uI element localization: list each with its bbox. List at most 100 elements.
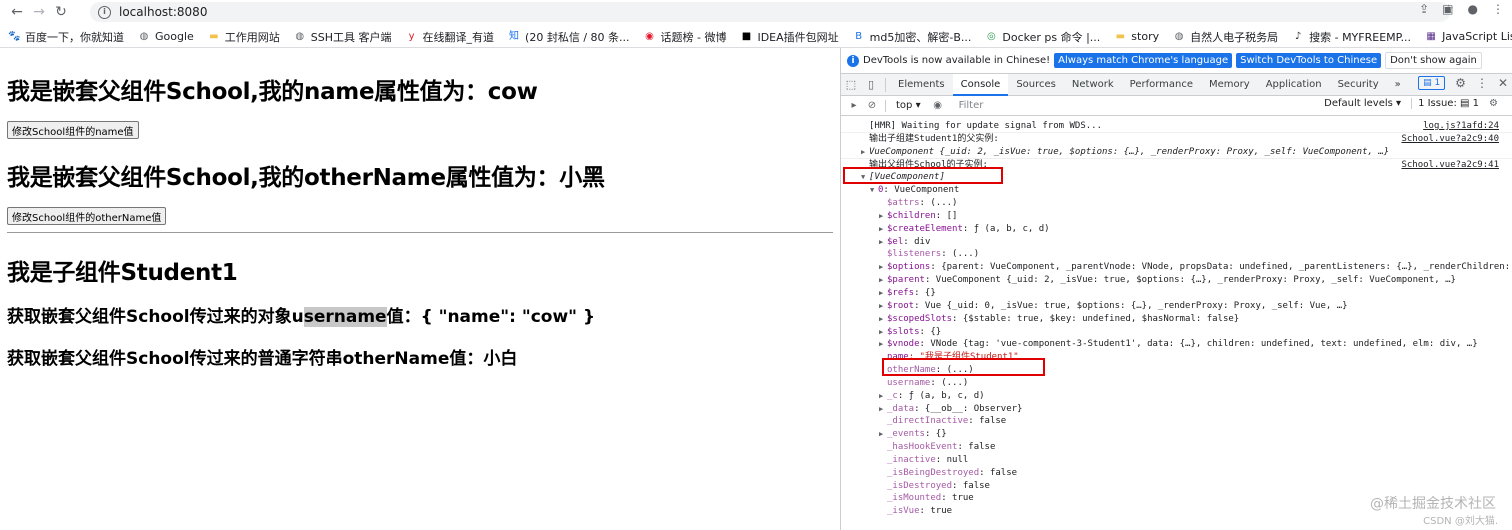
console-row[interactable]: ▶ VueComponent {_uid: 2, _isVue: true, $o…: [841, 146, 1512, 159]
username-line: 获取嵌套父组件School传过来的对象username值：{ "name": "…: [7, 302, 595, 327]
address-bar[interactable]: i localhost:8080: [90, 2, 1450, 22]
settings-icon[interactable]: ⚙: [1489, 98, 1498, 109]
zhihu-icon: 知: [509, 30, 520, 42]
expand-right-icon[interactable]: ▶: [879, 236, 887, 249]
bookmark-item[interactable]: ▬ 工作用网站: [208, 29, 280, 45]
devtools-panel: i DevTools is now available in Chinese! …: [840, 48, 1512, 530]
tab-elements[interactable]: Elements: [890, 74, 953, 96]
bookmark-label: Google: [155, 30, 194, 43]
property-key: _events: [887, 429, 925, 440]
sidebar-toggle-icon[interactable]: ▸: [845, 100, 863, 111]
console-row[interactable]: ▶ $el: div: [841, 236, 1512, 249]
console-row[interactable]: ▶ $parent: VueComponent {_uid: 2, _isVue:…: [841, 274, 1512, 287]
clear-console-icon[interactable]: ⊘: [863, 100, 881, 111]
bookmark-item[interactable]: ◉ 话题榜 - 微博: [644, 29, 726, 45]
expand-right-icon[interactable]: ▶: [879, 313, 887, 326]
tab-network[interactable]: Network: [1064, 74, 1122, 96]
bookmark-item[interactable]: 知 (20 封私信 / 80 条...: [508, 29, 629, 45]
console-row[interactable]: ▼ 0: VueComponent: [841, 184, 1512, 197]
expand-right-icon[interactable]: ▶: [879, 223, 887, 236]
console-row[interactable]: ▶ $refs: {}: [841, 287, 1512, 300]
info-icon[interactable]: i: [98, 5, 111, 19]
console-text: : {}: [914, 287, 936, 298]
globe-icon: ◍: [1174, 30, 1184, 42]
profile-icon[interactable]: ●: [1468, 2, 1478, 16]
expand-right-icon[interactable]: ▶: [879, 287, 887, 300]
kebab-icon[interactable]: ⋮: [1476, 76, 1488, 90]
tab-application[interactable]: Application: [1258, 74, 1330, 96]
console-row[interactable]: ▶ $scopedSlots: {$stable: true, $key: und…: [841, 313, 1512, 326]
expand-right-icon[interactable]: ▶: [879, 428, 887, 441]
forward-icon[interactable]: →: [28, 0, 50, 24]
console-row[interactable]: ▶ $root: Vue {_uid: 0, _isVue: true, $opt…: [841, 300, 1512, 313]
bookmark-item[interactable]: ◎ Docker ps 命令 |...: [985, 29, 1100, 45]
inspect-icon[interactable]: ⬚: [841, 78, 861, 91]
bookmark-item[interactable]: Bmd5加密、解密-B...: [853, 29, 971, 45]
bookmark-item[interactable]: ■ IDEA插件包网址: [740, 29, 839, 45]
expand-right-icon[interactable]: ▶: [879, 326, 887, 339]
levels-select[interactable]: Default levels ▾: [1324, 98, 1401, 109]
toolbar-separator: [885, 99, 886, 112]
issues-badge[interactable]: ▤ 1: [1418, 76, 1446, 90]
expand-right-icon[interactable]: ▶: [879, 338, 887, 351]
gear-icon[interactable]: ⚙: [1455, 76, 1466, 90]
eye-icon[interactable]: ◉: [929, 100, 947, 111]
console-row[interactable]: ▶ $createElement: ƒ (a, b, c, d): [841, 223, 1512, 236]
share-icon[interactable]: ⇪: [1419, 2, 1429, 16]
switch-chinese-button[interactable]: Switch DevTools to Chinese: [1236, 53, 1382, 68]
source-link[interactable]: School.vue?a2c9:40: [1401, 133, 1499, 146]
bookmark-label: 自然人电子税务局: [1190, 30, 1279, 44]
tab-console[interactable]: Console: [952, 73, 1009, 96]
tab-security[interactable]: Security: [1330, 74, 1387, 96]
change-name-button[interactable]: 修改School组件的name值: [7, 121, 139, 139]
console-row[interactable]: ▶ _data: {__ob__: Observer}: [841, 403, 1512, 416]
back-icon[interactable]: ←: [6, 0, 28, 24]
issues-badge-count: 1: [1434, 78, 1441, 88]
filter-input[interactable]: Filter: [959, 100, 984, 111]
tab-memory[interactable]: Memory: [1201, 74, 1258, 96]
bookmark-item[interactable]: ◍ 自然人电子税务局: [1173, 29, 1278, 45]
match-language-button[interactable]: Always match Chrome's language: [1054, 53, 1233, 68]
bookmark-item[interactable]: 🐾 百度一下，你就知道: [8, 29, 124, 45]
browser-toolbar: ← → ↻ i localhost:8080 ⇪ ☆ ▣ ● ⋮: [0, 0, 1512, 24]
bookmark-item[interactable]: ◍ SSH工具 客户端: [294, 29, 391, 45]
reload-icon[interactable]: ↻: [50, 0, 72, 24]
source-link[interactable]: log.js?1afd:24: [1423, 120, 1499, 132]
tab-sources[interactable]: Sources: [1008, 74, 1064, 96]
device-toggle-icon[interactable]: ▯: [861, 78, 881, 91]
issue-counter[interactable]: 1 Issue: ▤ 1: [1411, 98, 1479, 109]
console-row[interactable]: ▶ $slots: {}: [841, 326, 1512, 339]
console-row[interactable]: ▶ $options: {parent: VueComponent, _paren…: [841, 261, 1512, 274]
bookmark-label: (20 封私信 / 80 条...: [525, 30, 630, 44]
change-othername-button[interactable]: 修改School组件的otherName值: [7, 207, 167, 225]
bookmark-item[interactable]: ◍ Google: [138, 30, 194, 43]
bookmark-item[interactable]: y 在线翻译_有道: [406, 29, 494, 45]
console-row[interactable]: ▶ $children: []: [841, 210, 1512, 223]
expand-right-icon[interactable]: ▶: [861, 146, 869, 158]
close-icon[interactable]: ✕: [1498, 76, 1508, 90]
expand-right-icon[interactable]: ▶: [879, 390, 887, 403]
username-line-post: 值：{ "name": "cow" }: [386, 307, 596, 327]
console-row[interactable]: ▶ _events: {}: [841, 428, 1512, 441]
console-row[interactable]: ▶ _c: ƒ (a, b, c, d): [841, 390, 1512, 403]
source-link[interactable]: School.vue?a2c9:41: [1401, 159, 1499, 172]
expand-right-icon[interactable]: ▶: [879, 274, 887, 287]
dont-show-button[interactable]: Don't show again: [1385, 52, 1482, 69]
console-row[interactable]: ▶ $vnode: VNode {tag: 'vue-component-3-St…: [841, 338, 1512, 351]
menu-icon[interactable]: ⋮: [1492, 2, 1504, 16]
expand-right-icon[interactable]: ▶: [879, 300, 887, 313]
console-text: : true: [941, 493, 974, 504]
side-panel-icon[interactable]: ▣: [1442, 2, 1453, 16]
console-text: : false: [957, 442, 996, 453]
expand-right-icon[interactable]: ▶: [879, 210, 887, 223]
tab-performance[interactable]: Performance: [1122, 74, 1201, 96]
expand-right-icon[interactable]: ▶: [879, 403, 887, 416]
more-tabs-button[interactable]: »: [1387, 74, 1409, 96]
expand-down-icon[interactable]: ▼: [870, 184, 878, 197]
context-select[interactable]: top ▾: [896, 100, 921, 111]
property-key: $children: [887, 210, 936, 221]
expand-right-icon[interactable]: ▶: [879, 261, 887, 274]
bookmark-item[interactable]: ▬ story: [1114, 30, 1160, 43]
bookmark-item[interactable]: ▦ JavaScript ListBox...: [1425, 30, 1512, 43]
bookmark-item[interactable]: ♪ 搜索 - MYFREEMP...: [1292, 29, 1411, 45]
